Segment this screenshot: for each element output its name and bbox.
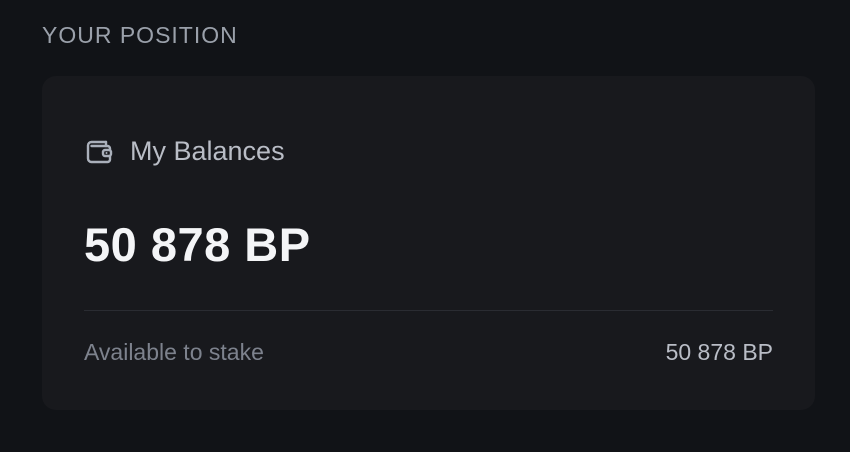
card-title: My Balances: [130, 136, 285, 166]
available-to-stake-row: Available to stake 50 878 BP: [84, 338, 773, 366]
balance-value: 50 878 BP: [84, 218, 311, 271]
divider: [84, 310, 773, 311]
available-to-stake-value: 50 878 BP: [665, 339, 773, 365]
section-title: YOUR POSITION: [42, 22, 238, 48]
wallet-icon: [84, 136, 114, 166]
balances-card: My Balances 50 878 BP Available to stake…: [42, 76, 815, 410]
card-header: My Balances: [84, 134, 285, 168]
available-to-stake-label: Available to stake: [84, 339, 264, 365]
